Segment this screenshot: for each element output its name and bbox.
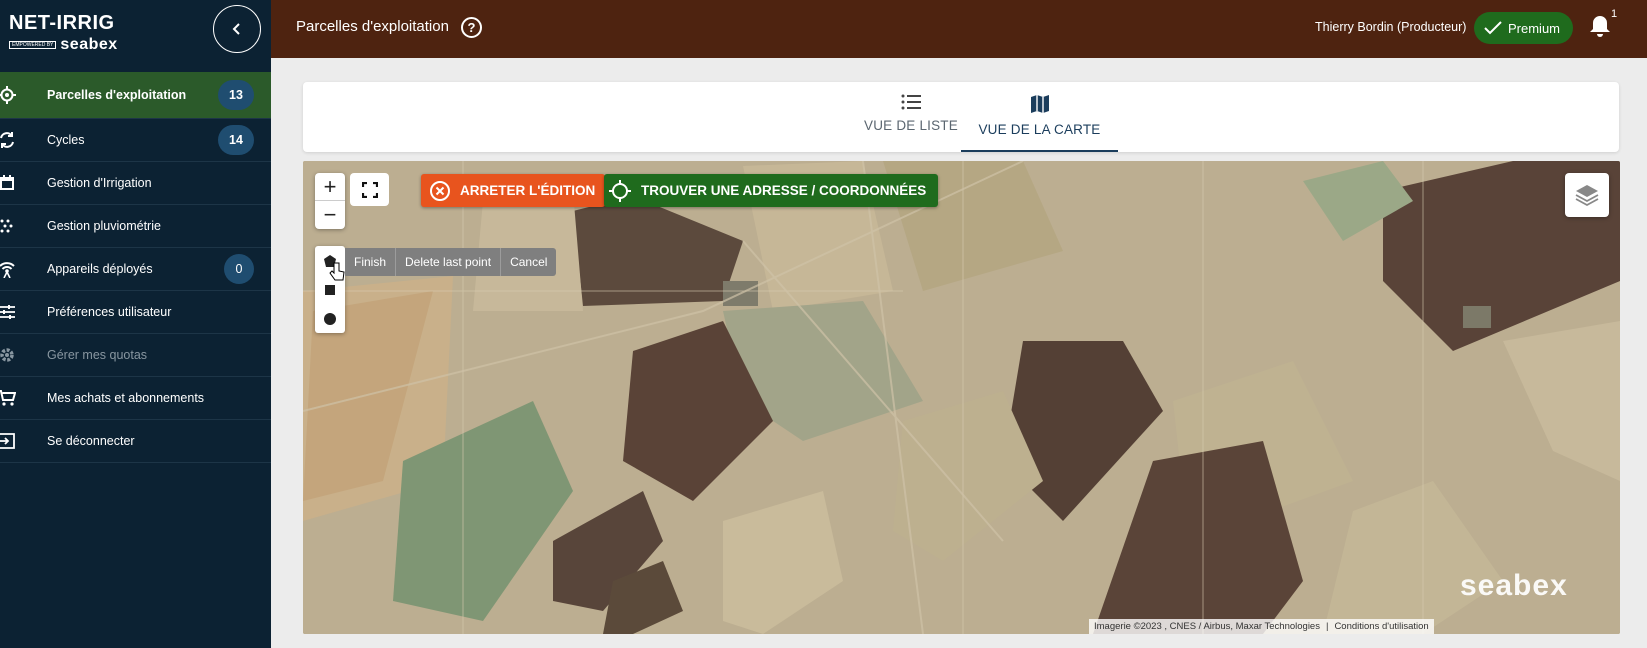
draw-actions: Finish Delete last point Cancel — [345, 248, 557, 276]
premium-label: Premium — [1508, 20, 1561, 36]
sidebar-item-irrigation[interactable]: Gestion d'Irrigation — [0, 162, 271, 205]
sliders-icon — [0, 303, 16, 321]
help-icon[interactable]: ? — [461, 17, 482, 38]
seabex-watermark: seabex — [1460, 569, 1568, 602]
sidebar-nav: Parcelles d'exploitation 13 Cycles 14 Ge… — [0, 72, 271, 463]
fullscreen-icon — [361, 181, 378, 198]
zoom-control: + − — [315, 173, 345, 229]
calendar-icon — [0, 174, 16, 192]
sidebar-item-logout[interactable]: Se déconnecter — [0, 420, 271, 463]
top-header: Parcelles d'exploitation ? Thierry Bordi… — [271, 0, 1647, 58]
find-address-button[interactable]: TROUVER UNE ADRESSE / COORDONNÉES — [604, 174, 939, 207]
check-icon — [1484, 21, 1502, 35]
crosshair-icon — [609, 179, 631, 202]
app-logo[interactable]: NET-IRRIG EMPOWERED BY seabex — [9, 12, 169, 54]
sync-icon — [0, 131, 16, 149]
sidebar-item-appareils[interactable]: Appareils déployés 0 — [0, 248, 271, 291]
terms-link[interactable]: Conditions d'utilisation — [1329, 619, 1434, 634]
antenna-icon — [0, 260, 16, 278]
sidebar-item-label: Appareils déployés — [47, 262, 153, 276]
sidebar-item-pluviometrie[interactable]: Gestion pluviométrie — [0, 205, 271, 248]
hand-cursor-icon — [329, 262, 345, 281]
close-circle-icon — [430, 180, 450, 201]
tab-map-view[interactable]: VUE DE LA CARTE — [961, 82, 1118, 152]
logo-brand: seabex — [60, 36, 118, 53]
sidebar-item-label: Se déconnecter — [47, 434, 135, 448]
collapse-sidebar-button[interactable] — [213, 5, 261, 53]
target-icon — [0, 86, 16, 104]
sidebar-item-preferences[interactable]: Préférences utilisateur — [0, 291, 271, 334]
count-badge: 13 — [218, 80, 254, 110]
user-name[interactable]: Thierry Bordin (Producteur) — [1315, 20, 1466, 34]
attribution-text: Imagerie ©2023 , CNES / Airbus, Maxar Te… — [1089, 619, 1325, 634]
sidebar-item-cycles[interactable]: Cycles 14 — [0, 119, 271, 162]
tab-label: VUE DE LA CARTE — [978, 122, 1101, 137]
sidebar-item-label: Préférences utilisateur — [47, 305, 172, 319]
sidebar-item-parcelles[interactable]: Parcelles d'exploitation 13 — [0, 72, 271, 119]
zoom-in-button[interactable]: + — [315, 173, 345, 201]
count-badge: 14 — [218, 125, 254, 155]
sidebar-item-label: Mes achats et abonnements — [47, 391, 205, 405]
premium-badge[interactable]: Premium — [1474, 12, 1573, 44]
cart-icon — [0, 389, 16, 407]
fullscreen-button[interactable] — [350, 173, 389, 206]
delete-last-point-button[interactable]: Delete last point — [396, 248, 502, 276]
draw-toolbar — [315, 246, 345, 333]
chevron-left-icon — [232, 23, 240, 35]
sidebar: NET-IRRIG EMPOWERED BY seabex Parcelles … — [0, 0, 271, 648]
logout-icon — [0, 432, 16, 450]
finish-button[interactable]: Finish — [345, 248, 397, 276]
sidebar-item-label: Gérer mes quotas — [47, 348, 148, 362]
stop-editing-label: ARRETER L'ÉDITION — [460, 183, 596, 198]
sidebar-item-achats[interactable]: Mes achats et abonnements — [0, 377, 271, 420]
sidebar-item-label: Parcelles d'exploitation — [47, 88, 187, 102]
sidebar-item-quotas[interactable]: Gérer mes quotas — [0, 334, 271, 377]
layers-button[interactable] — [1565, 173, 1609, 217]
map-icon — [1030, 95, 1049, 113]
satellite-map[interactable]: + − ARRETER L'ÉDITION TROUVER UNE ADRESS… — [303, 161, 1620, 634]
satellite-imagery — [303, 161, 1620, 634]
sidebar-item-label: Gestion d'Irrigation — [47, 176, 152, 190]
logo-title: NET-IRRIG — [9, 12, 115, 34]
count-badge: 0 — [224, 254, 254, 284]
square-icon — [325, 284, 335, 295]
find-address-label: TROUVER UNE ADRESSE / COORDONNÉES — [641, 183, 927, 198]
map-attribution: Imagerie ©2023 , CNES / Airbus, Maxar Te… — [1089, 619, 1434, 634]
tab-label: VUE DE LISTE — [864, 118, 958, 133]
notification-count: 1 — [1611, 8, 1618, 20]
page-title: Parcelles d'exploitation — [296, 18, 449, 35]
logo-powered-by: EMPOWERED BY — [9, 41, 57, 49]
view-tabs: VUE DE LISTE VUE DE LA CARTE — [303, 82, 1619, 152]
stop-editing-button[interactable]: ARRETER L'ÉDITION — [421, 174, 606, 207]
zoom-out-button[interactable]: − — [315, 201, 345, 229]
sidebar-item-label: Cycles — [47, 133, 85, 147]
draw-circle-tool[interactable] — [315, 304, 345, 333]
notification-bell-icon[interactable] — [1589, 14, 1611, 43]
cancel-button[interactable]: Cancel — [501, 248, 556, 276]
layers-icon — [1575, 185, 1599, 207]
circle-icon — [324, 312, 336, 325]
gear-icon — [0, 346, 16, 364]
sidebar-item-label: Gestion pluviométrie — [47, 219, 161, 233]
rain-dots-icon — [0, 217, 16, 235]
list-icon — [901, 94, 921, 110]
